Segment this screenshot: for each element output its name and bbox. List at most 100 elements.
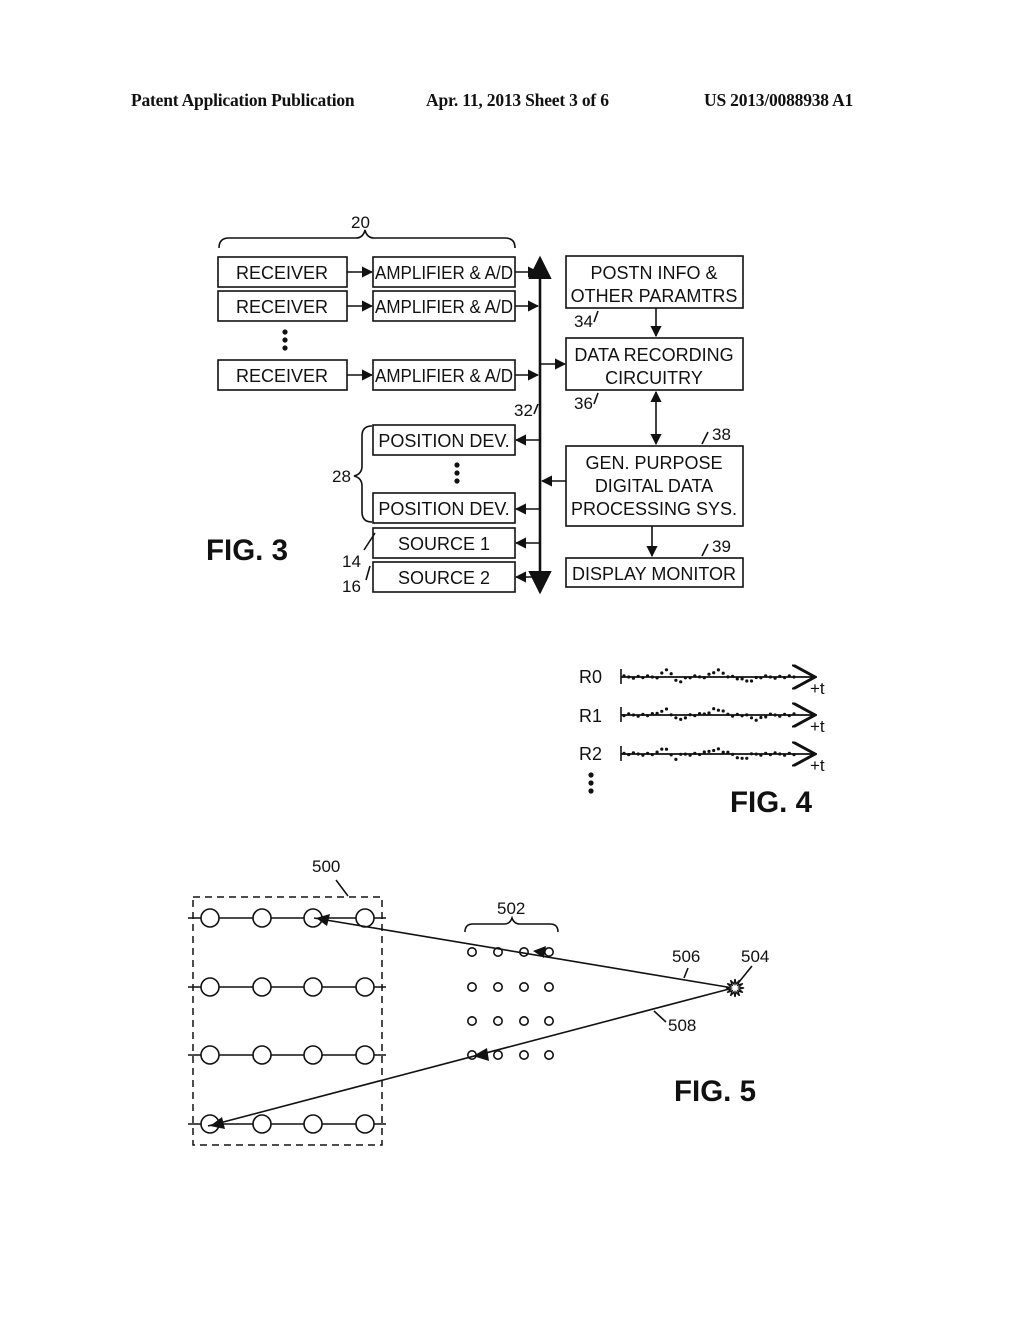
trace-sample-dot [669, 672, 673, 676]
trace-sample-dot [740, 756, 744, 760]
time-axis-label-r0: +t [810, 679, 825, 698]
trace-sample-dot [735, 756, 739, 760]
trace-sample-dot [674, 716, 678, 720]
processing-line2: DIGITAL DATA [595, 476, 713, 496]
trace-sample-dot [773, 676, 777, 680]
ref-28: 28 [332, 467, 351, 486]
trace-sample-dot [768, 675, 773, 679]
trace-sample-dot [707, 672, 711, 676]
amplifier-label: AMPLIFIER & A/D [375, 297, 513, 317]
trace-sample-dot [768, 712, 773, 716]
trace-r1 [620, 707, 815, 722]
trace-sample-dot [664, 668, 669, 672]
trace-sample-dot [712, 707, 716, 711]
trace-sample-dot [698, 752, 702, 757]
trace-sample-dot [636, 674, 640, 679]
trace-sample-dot [698, 712, 702, 716]
leader-506 [683, 967, 689, 979]
fig3-title: FIG. 3 [206, 534, 288, 567]
trace-sample-dot [778, 752, 782, 756]
patent-drawing-sheet: 20 RECEIVER AMPLIFIER & A/D RECEIVER AMP… [188, 213, 825, 1146]
trace-label-r2: R2 [579, 744, 602, 764]
trace-sample-dot [773, 713, 777, 717]
fig4: R0 R1 R2 +t +t +t FIG. 4 [579, 667, 825, 819]
trace-sample-dot [688, 713, 692, 717]
trace-r2 [620, 746, 815, 761]
receiver-group-brace [218, 229, 516, 249]
fig3: 20 RECEIVER AMPLIFIER & A/D RECEIVER AMP… [206, 213, 744, 596]
receiver-node [200, 1045, 220, 1065]
data-recording-line1: DATA RECORDING [574, 345, 733, 365]
sub-array-node [518, 1050, 529, 1061]
processing-line1: GEN. PURPOSE [585, 453, 722, 473]
trace-sample-dot [702, 750, 706, 754]
sub-array-node [518, 1015, 529, 1026]
receiver-label: RECEIVER [236, 263, 328, 283]
trace-sample-dot [792, 753, 796, 757]
receiver-node [303, 1045, 323, 1065]
trace-sample-dot [764, 751, 768, 756]
trace-sample-dot [664, 747, 669, 751]
trace-sample-dot [745, 756, 749, 760]
trace-sample-dot [664, 707, 669, 711]
trace-sample-dot [683, 676, 688, 680]
sub-array-node [492, 981, 503, 992]
trace-sample-dot [622, 751, 626, 756]
fig4-title: FIG. 4 [730, 786, 812, 819]
trace-sample-dot [650, 753, 654, 757]
trace-sample-dot [754, 718, 758, 722]
receiver-node [200, 908, 220, 928]
trace-sample-dot [698, 675, 702, 679]
ref-20: 20 [351, 213, 370, 232]
trace-sample-dot [749, 716, 754, 720]
receiver-node [252, 1114, 272, 1134]
amplifier-label: AMPLIFIER & A/D [375, 263, 513, 283]
trace-sample-dot [764, 715, 768, 719]
leader-508 [653, 1010, 667, 1023]
trace-sample-dot [731, 674, 735, 679]
time-axis-label-r2: +t [810, 756, 825, 775]
sub-array-node [543, 946, 554, 957]
trace-sample-dot [622, 714, 626, 718]
ref-38: 38 [712, 425, 731, 444]
ref-500: 500 [312, 857, 340, 876]
trace-sample-dot [721, 709, 725, 713]
trace-sample-dot [783, 753, 787, 757]
sub-array-node [543, 1050, 554, 1061]
ref-39: 39 [712, 537, 731, 556]
ref-32: 32 [514, 401, 533, 420]
trace-sample-dot [669, 713, 673, 717]
leader-36 [593, 392, 599, 405]
trace-label-r0: R0 [579, 667, 602, 687]
sub-array-node [518, 981, 529, 992]
trace-sample-dot [726, 675, 730, 679]
trace-sample-dot [712, 748, 716, 753]
trace-sample-dot [641, 753, 645, 757]
receiver-node [355, 908, 375, 928]
trace-sample-dot [749, 679, 754, 683]
position-device-label: POSITION DEV. [378, 431, 509, 451]
receiver-node [355, 1114, 375, 1134]
trace-sample-dot [631, 676, 636, 680]
receiver-array [188, 908, 386, 1134]
trace-sample-dot [773, 751, 777, 755]
trace-sample-dot [792, 675, 796, 679]
trace-sample-dot [787, 751, 791, 756]
sub-array-brace [464, 915, 559, 933]
trace-sample-dot [636, 714, 640, 718]
ref-502: 502 [497, 899, 525, 918]
sub-array-node [466, 1015, 477, 1026]
trace-sample-dot [768, 753, 773, 757]
receiver-label: RECEIVER [236, 366, 328, 386]
trace-sample-dot [731, 752, 735, 757]
seismic-source-504-icon [725, 978, 745, 998]
source-2-label: SOURCE 2 [398, 568, 490, 588]
ref-16: 16 [342, 577, 361, 596]
leader-500 [335, 879, 349, 897]
receiver-node [355, 977, 375, 997]
vertical-ellipsis [588, 772, 594, 794]
trace-sample-dot [759, 676, 763, 680]
ref-36: 36 [574, 394, 593, 413]
trace-sample-dot [622, 674, 626, 678]
trace-sample-dot [702, 712, 706, 716]
